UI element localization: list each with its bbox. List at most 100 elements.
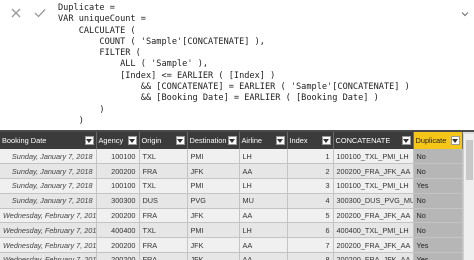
cell-agency: 200200: [96, 237, 140, 254]
cell-origin: FRA: [139, 237, 188, 254]
column-header-label: Origin: [141, 136, 162, 145]
cell-airline: MU: [239, 193, 288, 209]
filter-dropdown-icon[interactable]: [84, 136, 94, 145]
table-row[interactable]: Sunday, January 7, 2018 200200 FRA JFK AA 2 20…: [0, 163, 463, 180]
cell-index: 6: [287, 222, 334, 239]
column-header-label: Destination: [189, 136, 227, 145]
filter-dropdown-icon[interactable]: [175, 136, 185, 145]
formula-bar: Duplicate = VAR uniqueCount = CALCULATE (…: [0, 0, 474, 130]
filter-dropdown-icon[interactable]: [127, 136, 137, 145]
formula-line: ): [58, 104, 105, 115]
cell-concatenate: 200200_FRA_JFK_AA: [333, 237, 414, 254]
cell-destination: PMI: [187, 222, 240, 239]
data-grid: Booking Date Agency Origin Destination Airli…: [0, 130, 474, 260]
column-header-label: Agency: [98, 136, 124, 145]
filter-dropdown-icon[interactable]: [401, 136, 411, 145]
cell-destination: PVG: [187, 193, 240, 209]
cell-booking-date: Wednesday, February 7, 2018: [0, 237, 97, 254]
expand-formula-button[interactable]: [460, 6, 470, 17]
table-row[interactable]: Wednesday, February 7, 2018 400400 TXL PMI L…: [0, 222, 463, 239]
check-icon: [34, 9, 46, 18]
cell-airline: AA: [239, 208, 288, 224]
cell-airline: LH: [239, 178, 288, 194]
cell-index: 1: [287, 149, 334, 165]
filter-dropdown-icon[interactable]: [227, 136, 237, 145]
table-row[interactable]: Wednesday, February 7, 2018 200200 FRA JFK A…: [0, 208, 463, 224]
cell-origin: FRA: [139, 208, 188, 224]
cell-index: 3: [287, 178, 334, 194]
formula-line: FILTER (: [58, 48, 141, 59]
formula-line: ALL ( 'Sample' ),: [58, 59, 209, 70]
cell-concatenate: 200200_FRA_JFK_AA: [333, 208, 414, 224]
scrollbar-thumb[interactable]: [466, 140, 473, 180]
cell-origin: TXL: [139, 222, 188, 239]
cell-destination: JFK: [187, 208, 240, 224]
column-header-label: Duplicate: [415, 136, 447, 145]
formula-line: VAR uniqueCount =: [58, 14, 146, 25]
cell-duplicate: No: [413, 193, 463, 209]
cell-concatenate: 100100_TXL_PMI_LH: [333, 149, 414, 165]
table-row[interactable]: Sunday, January 7, 2018 100100 TXL PMI LH 3 10…: [0, 178, 463, 194]
filter-dropdown-icon[interactable]: [450, 136, 460, 145]
column-header-destination[interactable]: Destination: [187, 132, 240, 149]
table-body: Sunday, January 7, 2018 100100 TXL PMI LH 1 10…: [0, 149, 463, 260]
cell-index: 8: [287, 252, 334, 260]
cancel-button[interactable]: [6, 4, 26, 22]
formula-buttons: [0, 0, 54, 130]
column-header-origin[interactable]: Origin: [139, 132, 188, 149]
cell-concatenate: 300300_DUS_PVG_MU: [333, 193, 414, 209]
cell-booking-date: Sunday, January 7, 2018: [0, 163, 97, 180]
cell-duplicate: Yes: [413, 237, 463, 254]
cell-origin: FRA: [139, 163, 188, 180]
close-icon: [11, 8, 21, 18]
formula-editor[interactable]: Duplicate = VAR uniqueCount = CALCULATE (…: [56, 1, 456, 129]
cell-booking-date: Sunday, January 7, 2018: [0, 193, 97, 209]
formula-line: && [Booking Date] = EARLIER ( [Booking D…: [58, 93, 379, 104]
cell-booking-date: Sunday, January 7, 2018: [0, 178, 97, 194]
cell-airline: AA: [239, 163, 288, 180]
column-header-booking-date[interactable]: Booking Date: [0, 132, 97, 149]
vertical-scrollbar[interactable]: [463, 134, 474, 260]
column-header-label: Booking Date: [2, 136, 47, 145]
cell-duplicate: Yes: [413, 252, 463, 260]
cell-airline: AA: [239, 252, 288, 260]
cell-destination: JFK: [187, 237, 240, 254]
filter-dropdown-icon[interactable]: [321, 136, 331, 145]
column-header-concatenate[interactable]: CONCATENATE: [333, 132, 414, 149]
cell-index: 7: [287, 237, 334, 254]
cell-destination: JFK: [187, 163, 240, 180]
cell-concatenate: 100100_TXL_PMI_LH: [333, 178, 414, 194]
column-header-label: CONCATENATE: [335, 136, 391, 145]
cell-agency: 200200: [96, 163, 140, 180]
cell-agency: 100100: [96, 149, 140, 165]
cell-destination: PMI: [187, 149, 240, 165]
cell-agency: 200200: [96, 208, 140, 224]
cell-booking-date: Wednesday, February 7, 2018: [0, 222, 97, 239]
formula-line: [Index] <= EARLIER ( [Index] ): [58, 70, 276, 81]
cell-origin: FRA: [139, 252, 188, 260]
cell-duplicate: Yes: [413, 178, 463, 194]
cell-destination: JFK: [187, 252, 240, 260]
cell-concatenate: 200200_FRA_JFK_AA: [333, 163, 414, 180]
cell-origin: TXL: [139, 178, 188, 194]
column-header-index[interactable]: Index: [287, 132, 334, 149]
table-row[interactable]: Sunday, January 7, 2018 300300 DUS PVG MU 4 30…: [0, 193, 463, 209]
cell-duplicate: No: [413, 149, 463, 165]
column-header-agency[interactable]: Agency: [96, 132, 140, 149]
table-row[interactable]: Wednesday, February 7, 2018 200200 FRA JFK A…: [0, 237, 463, 254]
column-header-label: Airline: [241, 136, 263, 145]
table-row[interactable]: Wednesday, February 7, 2018 200200 FRA JFK A…: [0, 252, 463, 260]
formula-line: COUNT ( 'Sample'[CONCATENATE] ),: [58, 36, 265, 47]
cell-booking-date: Wednesday, February 7, 2018: [0, 252, 97, 260]
cell-origin: TXL: [139, 149, 188, 165]
cell-duplicate: No: [413, 208, 463, 224]
column-header-duplicate[interactable]: Duplicate: [413, 132, 463, 149]
table-row[interactable]: Sunday, January 7, 2018 100100 TXL PMI LH 1 10…: [0, 149, 463, 165]
cell-duplicate: No: [413, 163, 463, 180]
column-header-airline[interactable]: Airline: [239, 132, 288, 149]
commit-button[interactable]: [30, 4, 50, 22]
cell-index: 5: [287, 208, 334, 224]
cell-destination: PMI: [187, 178, 240, 194]
chevron-down-icon: [461, 12, 469, 17]
filter-dropdown-icon[interactable]: [275, 136, 285, 145]
